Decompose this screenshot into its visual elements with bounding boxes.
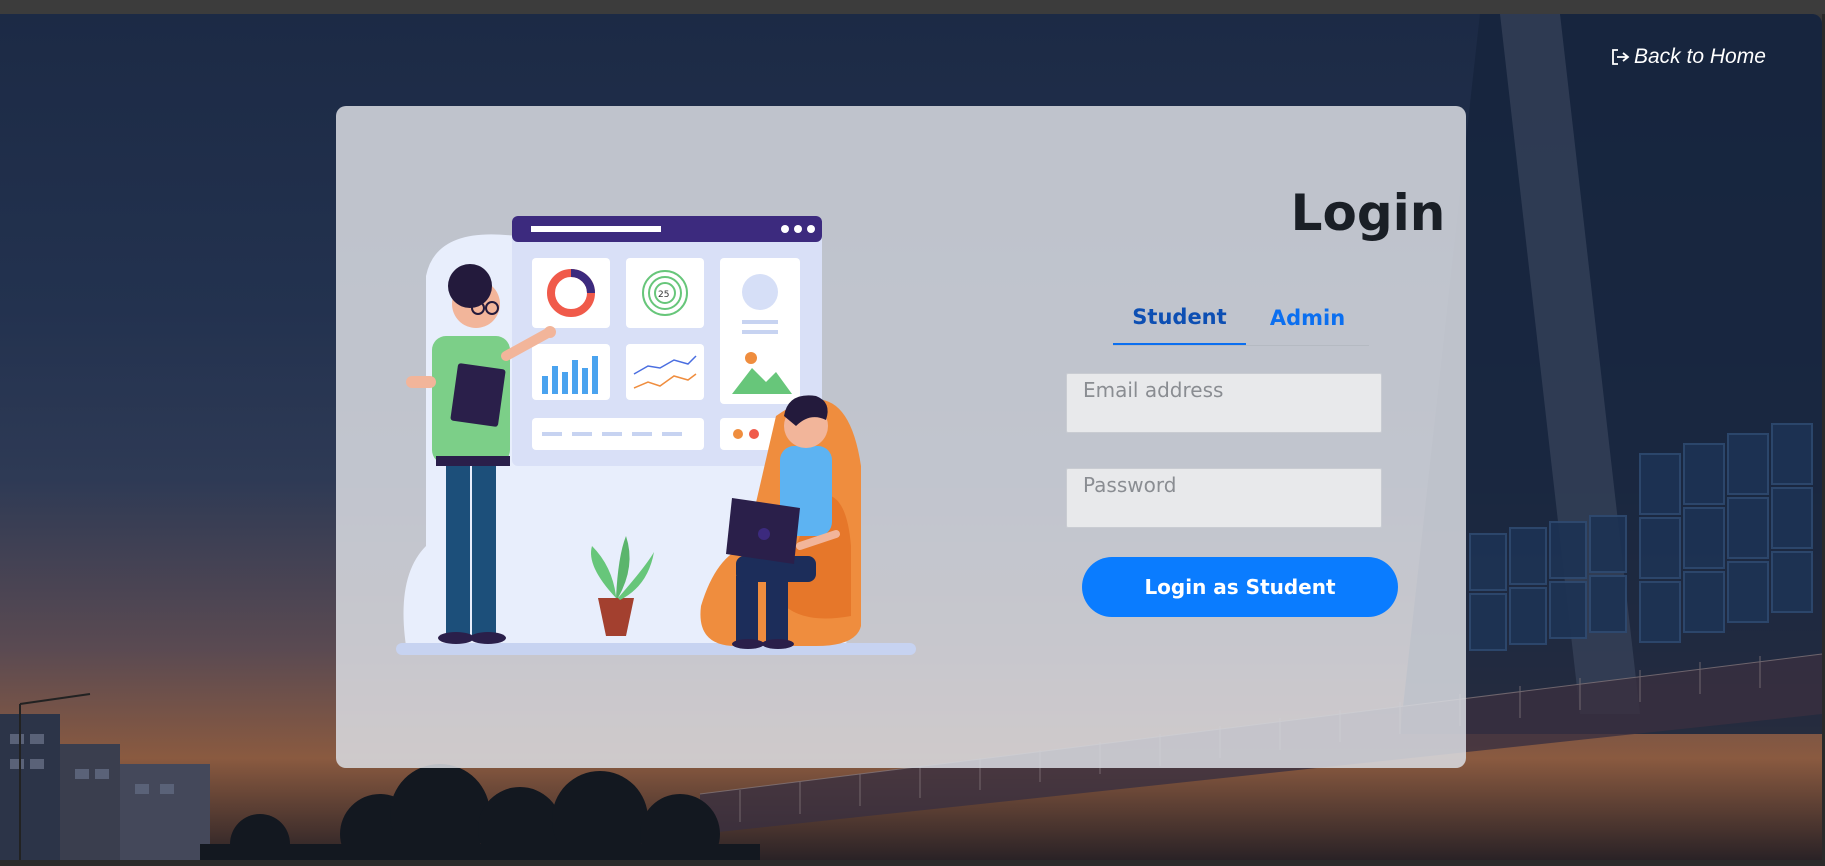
gauge-label: 25 <box>658 290 669 300</box>
dashboard-illustration: 25 <box>396 216 916 655</box>
browser-top-strip <box>0 0 1825 14</box>
back-to-home-link[interactable]: Back to Home <box>1610 44 1766 70</box>
email-field-box <box>1066 373 1382 433</box>
email-input[interactable] <box>1083 378 1365 402</box>
back-to-home-label: Back to Home <box>1634 45 1766 68</box>
password-input[interactable] <box>1083 473 1365 497</box>
login-as-student-button[interactable]: Login as Student <box>1082 557 1398 617</box>
tab-admin[interactable]: Admin <box>1246 291 1369 345</box>
login-title: Login <box>1290 184 1446 242</box>
login-card: 25 Login Student Admin Email address Log… <box>336 106 1466 768</box>
tab-student[interactable]: Student <box>1113 291 1246 345</box>
password-field-box <box>1066 468 1382 528</box>
exit-icon <box>1612 49 1630 65</box>
window-bottom-edge <box>0 860 1825 866</box>
role-tabs: Student Admin <box>1113 291 1369 346</box>
